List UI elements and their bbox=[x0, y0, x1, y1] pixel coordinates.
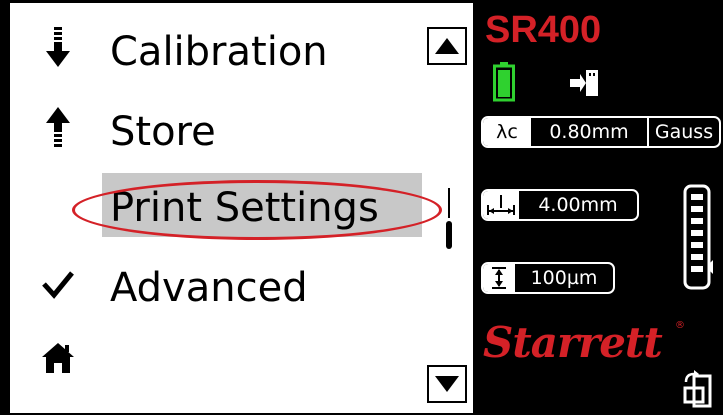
level-gauge-icon bbox=[683, 184, 713, 290]
battery-icon bbox=[493, 62, 515, 102]
scrollbar[interactable] bbox=[446, 188, 452, 249]
brand-logo: Starrett bbox=[483, 318, 663, 367]
scroll-up-button[interactable] bbox=[427, 27, 467, 65]
rotate-screen-icon[interactable] bbox=[682, 370, 716, 410]
evaluation-length-icon bbox=[483, 191, 519, 219]
usb-device-icon bbox=[570, 70, 598, 96]
menu-item-label: Store bbox=[110, 109, 216, 155]
annotation-circle bbox=[72, 180, 442, 240]
range-value: 100µm bbox=[530, 267, 598, 289]
menu-item-label: Advanced bbox=[110, 265, 308, 311]
evaluation-length-display[interactable]: 4.00mm bbox=[481, 189, 639, 221]
range-icon bbox=[483, 264, 515, 292]
status-panel: SR400 λc 0.80mm Gauss 4.00mm 100µm Starr… bbox=[475, 0, 723, 415]
menu-panel: Calibration Store Print Settings Advance… bbox=[10, 3, 473, 413]
scrollbar-track bbox=[448, 188, 450, 218]
home-icon bbox=[38, 333, 78, 383]
range-display[interactable]: 100µm bbox=[481, 262, 615, 294]
checkmark-icon bbox=[38, 259, 78, 309]
scroll-down-button[interactable] bbox=[427, 365, 467, 403]
upload-arrow-icon bbox=[38, 103, 78, 153]
cutoff-value: 0.80mm bbox=[549, 121, 629, 143]
menu-item-label: Calibration bbox=[110, 29, 328, 75]
model-name: SR400 bbox=[485, 9, 602, 51]
filter-type: Gauss bbox=[647, 118, 719, 146]
registered-mark: ® bbox=[675, 320, 685, 331]
scroll-down-icon bbox=[435, 376, 459, 392]
cutoff-filter-display[interactable]: λc 0.80mm Gauss bbox=[481, 116, 721, 148]
cutoff-symbol: λc bbox=[483, 118, 531, 146]
scrollbar-thumb[interactable] bbox=[446, 221, 452, 249]
scroll-up-icon bbox=[435, 38, 459, 54]
download-arrow-icon bbox=[38, 23, 78, 73]
evaluation-length-value: 4.00mm bbox=[538, 194, 618, 216]
